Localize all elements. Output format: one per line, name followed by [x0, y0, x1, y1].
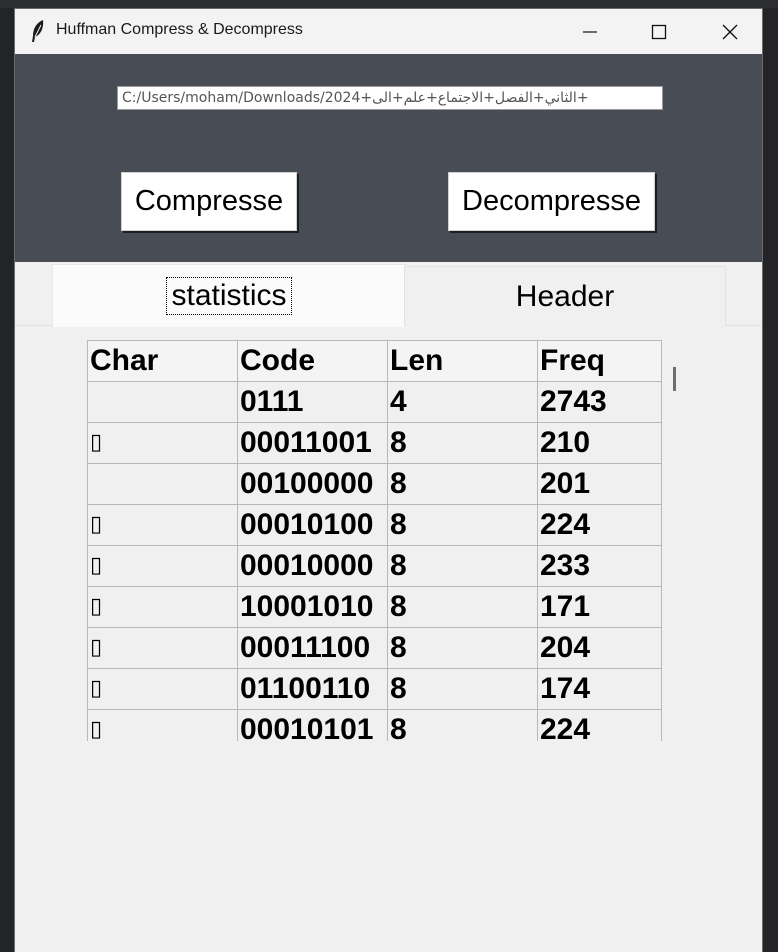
cell-code: 00010000: [237, 545, 388, 587]
file-panel: C:/Users/moham/Downloads/2024+الثاني+الف…: [15, 54, 762, 262]
table-row[interactable]: ▯ 00011100 8 204: [87, 627, 662, 669]
maximize-icon: [651, 24, 667, 39]
column-header-code[interactable]: Code: [237, 340, 388, 382]
decompress-button[interactable]: Decompresse: [448, 172, 655, 231]
cell-code: 00011100: [237, 627, 388, 669]
tab-header-label: Header: [515, 279, 615, 313]
cell-code: 00011001: [237, 422, 388, 464]
tab-bar: statistics Header: [15, 262, 762, 327]
maximize-button[interactable]: [624, 9, 694, 54]
table-row[interactable]: ▯ 00010000 8 233: [87, 545, 662, 587]
table-row[interactable]: ▯ 10001010 8 171: [87, 586, 662, 628]
cell-freq: 204: [537, 627, 662, 669]
tab-header[interactable]: Header: [404, 266, 726, 326]
cell-char: ▯: [87, 545, 238, 587]
cell-char: ▯: [87, 504, 238, 546]
table-header-row: Char Code Len Freq: [87, 340, 662, 382]
close-icon: [722, 24, 738, 39]
table-row[interactable]: 00100000 8 201: [87, 463, 662, 505]
cell-freq: 233: [537, 545, 662, 587]
cell-code: 10001010: [237, 586, 388, 628]
minimize-icon: [583, 30, 597, 33]
cell-len: 8: [387, 668, 538, 710]
cell-freq: 210: [537, 422, 662, 464]
cell-freq: 224: [537, 504, 662, 546]
title-bar[interactable]: Huffman Compress & Decompress: [15, 9, 762, 54]
table-row[interactable]: 0111 4 2743: [87, 381, 662, 423]
cell-len: 8: [387, 627, 538, 669]
tab-statistics-label: statistics: [166, 277, 292, 315]
tab-statistics[interactable]: statistics: [52, 264, 406, 327]
table-row[interactable]: ▯ 01100110 8 174: [87, 668, 662, 710]
column-header-len[interactable]: Len: [387, 340, 538, 382]
desktop-top-bar: [0, 0, 778, 8]
table-row[interactable]: ▯ 00011001 8 210: [87, 422, 662, 464]
file-path-field[interactable]: C:/Users/moham/Downloads/2024+الثاني+الف…: [117, 86, 663, 110]
window-title: Huffman Compress & Decompress: [56, 21, 303, 38]
cell-char: [87, 463, 238, 505]
cell-char: ▯: [87, 668, 238, 710]
cell-code: 00010101: [237, 709, 388, 741]
close-button[interactable]: [695, 9, 762, 54]
column-header-char[interactable]: Char: [87, 340, 238, 382]
cell-char: ▯: [87, 709, 238, 741]
cell-freq: 174: [537, 668, 662, 710]
table-row[interactable]: ▯ 00010101 8 224: [87, 709, 662, 741]
cell-freq: 2743: [537, 381, 662, 423]
cell-code: 0111: [237, 381, 388, 423]
cell-len: 8: [387, 586, 538, 628]
table-row[interactable]: ▯ 00010100 8 224: [87, 504, 662, 546]
cell-len: 8: [387, 463, 538, 505]
cell-len: 4: [387, 381, 538, 423]
feather-icon: [29, 19, 47, 43]
column-header-freq[interactable]: Freq: [537, 340, 662, 382]
cell-code: 00100000: [237, 463, 388, 505]
compress-button[interactable]: Compresse: [121, 172, 297, 231]
app-window: Huffman Compress & Decompress C:/Users/m…: [14, 8, 763, 952]
cell-freq: 171: [537, 586, 662, 628]
cell-len: 8: [387, 545, 538, 587]
cell-len: 8: [387, 504, 538, 546]
statistics-table[interactable]: Char Code Len Freq 0111 4 2743 ▯ 0001100…: [87, 340, 663, 741]
table-scrollbar[interactable]: [673, 367, 676, 391]
cell-len: 8: [387, 422, 538, 464]
cell-code: 01100110: [237, 668, 388, 710]
cell-code: 00010100: [237, 504, 388, 546]
cell-char: [87, 381, 238, 423]
cell-len: 8: [387, 709, 538, 741]
minimize-button[interactable]: [555, 9, 625, 54]
cell-char: ▯: [87, 627, 238, 669]
cell-char: ▯: [87, 586, 238, 628]
cell-freq: 201: [537, 463, 662, 505]
cell-char: ▯: [87, 422, 238, 464]
cell-freq: 224: [537, 709, 662, 741]
